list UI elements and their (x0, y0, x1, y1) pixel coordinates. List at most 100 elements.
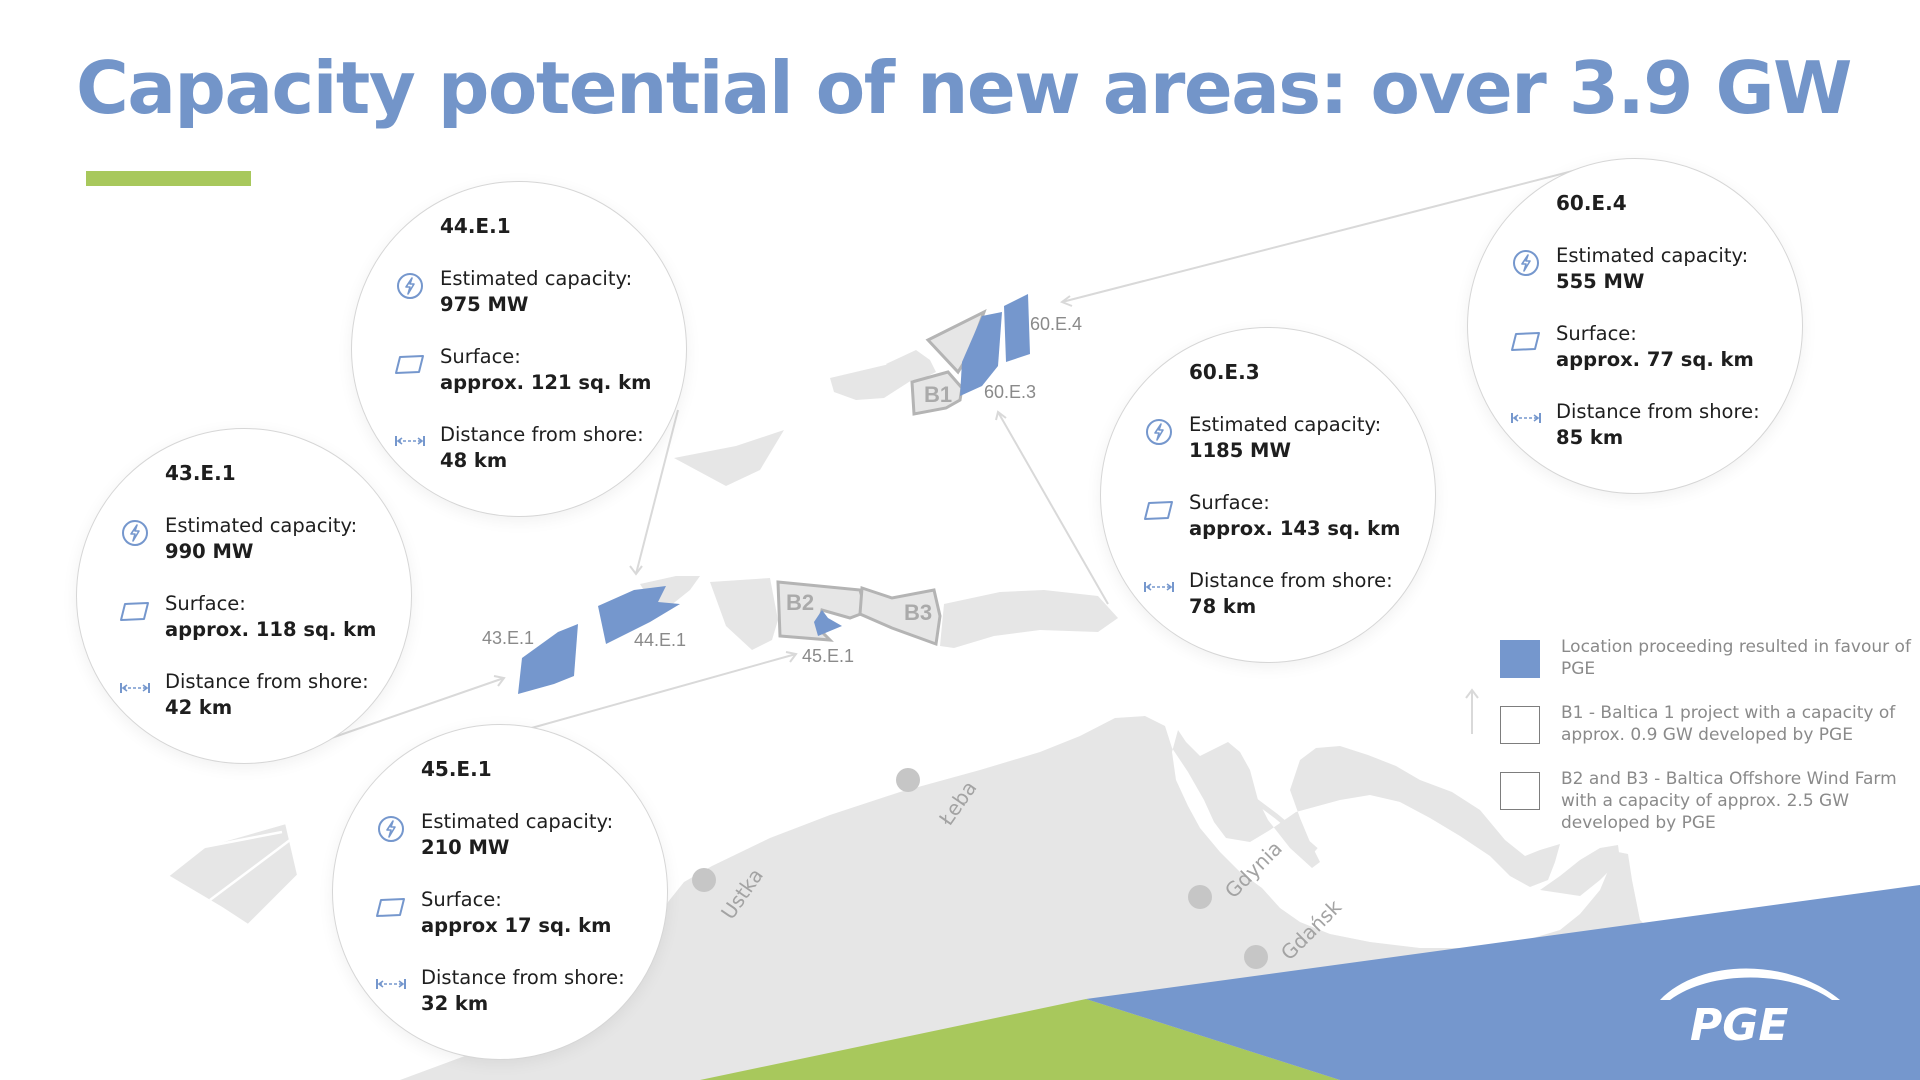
capacity-label: Estimated capacity: (421, 810, 614, 833)
pge-logo: PGE (1660, 968, 1840, 1048)
distance-info: Distance from shore: 48 km (395, 422, 680, 474)
parallelogram-icon (119, 595, 151, 627)
bubble-60e4: 60.E.4 Estimated capacity: 555 MW Surfac… (1467, 158, 1803, 494)
distance-info: Distance from shore: 32 km (376, 965, 661, 1017)
west-grey-area (166, 821, 300, 927)
bubble-content: 60.E.4 Estimated capacity: 555 MW Surfac… (1511, 191, 1796, 451)
capacity-info: Estimated capacity: 210 MW (378, 809, 661, 861)
legend-swatch-outline (1500, 706, 1540, 744)
distance-value: 48 km (440, 449, 508, 472)
city-marker-gdansk (1244, 945, 1268, 969)
map-label-b2: B2 (786, 590, 815, 615)
legend-text: B1 - Baltica 1 project with a capacity o… (1561, 703, 1896, 745)
distance-label: Distance from shore: (421, 966, 625, 989)
capacity-info: Estimated capacity: 975 MW (397, 266, 680, 318)
map-label-60e3: 60.E.3 (984, 382, 1037, 402)
slide: Capacity potential of new areas: over 3.… (0, 0, 1920, 1080)
legend-text: B2 and B3 - Baltica Offshore Wind Farm w… (1561, 769, 1897, 833)
pge-arc-logo-icon (1660, 968, 1840, 1000)
surface-label: Surface: (1189, 491, 1270, 514)
distance-label: Distance from shore: (165, 670, 369, 693)
area-name: 60.E.4 (1556, 191, 1627, 215)
surface-value: approx. 118 sq. km (165, 618, 377, 641)
grey-area-middle (710, 578, 778, 650)
legend-item-b2-b3: B2 and B3 - Baltica Offshore Wind Farm w… (1500, 768, 1910, 834)
distance-label: Distance from shore: (1556, 400, 1760, 423)
legend-swatch-filled (1500, 640, 1540, 678)
surface-label: Surface: (440, 345, 521, 368)
surface-label: Surface: (421, 888, 502, 911)
bubble-content: 43.E.1 Estimated capacity: 990 MW Surfac… (120, 461, 405, 721)
surface-info: Surface: approx. 121 sq. km (395, 344, 680, 396)
parallelogram-icon (394, 348, 426, 380)
parallelogram-icon (375, 891, 407, 923)
surface-info: Surface: approx. 143 sq. km (1144, 490, 1429, 542)
capacity-info: Estimated capacity: 555 MW (1513, 243, 1796, 295)
capacity-label: Estimated capacity: (165, 514, 358, 537)
bubble-43e1: 43.E.1 Estimated capacity: 990 MW Surfac… (76, 428, 412, 764)
bubble-60e3: 60.E.3 Estimated capacity: 1185 MW Surfa… (1100, 327, 1436, 663)
lightning-icon (1143, 416, 1175, 448)
map-label-60e4: 60.E.4 (1030, 314, 1083, 334)
capacity-label: Estimated capacity: (1556, 244, 1749, 267)
surface-value: approx. 77 sq. km (1556, 348, 1754, 371)
distance-label: Distance from shore: (440, 423, 644, 446)
lightning-icon (394, 270, 426, 302)
city-marker-gdynia (1188, 885, 1212, 909)
capacity-info: Estimated capacity: 1185 MW (1146, 412, 1429, 464)
distance-info: Distance from shore: 85 km (1511, 399, 1796, 451)
area-60e4-shape (1004, 294, 1030, 362)
grey-area-east (940, 590, 1118, 648)
capacity-value: 210 MW (421, 836, 510, 859)
distance-info: Distance from shore: 78 km (1144, 568, 1429, 620)
legend-swatch-outline (1500, 772, 1540, 810)
map-label-45e1: 45.E.1 (802, 646, 855, 666)
distance-arrows-icon (394, 426, 426, 458)
map-label-b1: B1 (924, 382, 953, 407)
distance-arrows-icon (1143, 572, 1175, 604)
surface-value: approx. 121 sq. km (440, 371, 652, 394)
parallelogram-icon (1510, 325, 1542, 357)
distance-label: Distance from shore: (1189, 569, 1393, 592)
city-marker-ustka (692, 868, 716, 892)
bubble-content: 44.E.1 Estimated capacity: 975 MW Surfac… (395, 214, 680, 474)
lightning-icon (1510, 247, 1542, 279)
bubble-45e1: 45.E.1 Estimated capacity: 210 MW Surfac… (332, 724, 668, 1060)
page-title: Capacity potential of new areas: over 3.… (76, 46, 1852, 130)
surface-info: Surface: approx. 118 sq. km (120, 591, 405, 643)
area-name: 60.E.3 (1189, 360, 1260, 384)
legend-item-b1: B1 - Baltica 1 project with a capacity o… (1500, 702, 1910, 768)
map-label-44e1: 44.E.1 (634, 630, 687, 650)
surface-info: Surface: approx 17 sq. km (376, 887, 661, 939)
distance-value: 32 km (421, 992, 489, 1015)
map-label-43e1: 43.E.1 (482, 628, 535, 648)
distance-value: 42 km (165, 696, 233, 719)
lightning-icon (375, 813, 407, 845)
area-name: 43.E.1 (165, 461, 236, 485)
distance-info: Distance from shore: 42 km (120, 669, 405, 721)
distance-arrows-icon (1510, 403, 1542, 435)
area-name: 45.E.1 (421, 757, 492, 781)
bubble-content: 60.E.3 Estimated capacity: 1185 MW Surfa… (1144, 360, 1429, 620)
parallelogram-icon (1143, 494, 1175, 526)
title-accent-bar (86, 171, 251, 186)
lightning-icon (119, 517, 151, 549)
capacity-value: 555 MW (1556, 270, 1645, 293)
bubble-content: 45.E.1 Estimated capacity: 210 MW Surfac… (376, 757, 661, 1017)
capacity-label: Estimated capacity: (440, 267, 633, 290)
distance-arrows-icon (119, 673, 151, 705)
surface-info: Surface: approx. 77 sq. km (1511, 321, 1796, 373)
map-label-b3: B3 (904, 600, 933, 625)
distance-value: 85 km (1556, 426, 1624, 449)
distance-value: 78 km (1189, 595, 1257, 618)
grey-area-north (674, 430, 784, 486)
capacity-value: 1185 MW (1189, 439, 1291, 462)
surface-value: approx. 143 sq. km (1189, 517, 1401, 540)
capacity-value: 975 MW (440, 293, 529, 316)
capacity-value: 990 MW (165, 540, 254, 563)
capacity-label: Estimated capacity: (1189, 413, 1382, 436)
logo-text: PGE (1690, 1000, 1788, 1048)
distance-arrows-icon (375, 969, 407, 1001)
legend-text: Location proceeding resulted in favour o… (1561, 637, 1911, 679)
surface-label: Surface: (1556, 322, 1637, 345)
